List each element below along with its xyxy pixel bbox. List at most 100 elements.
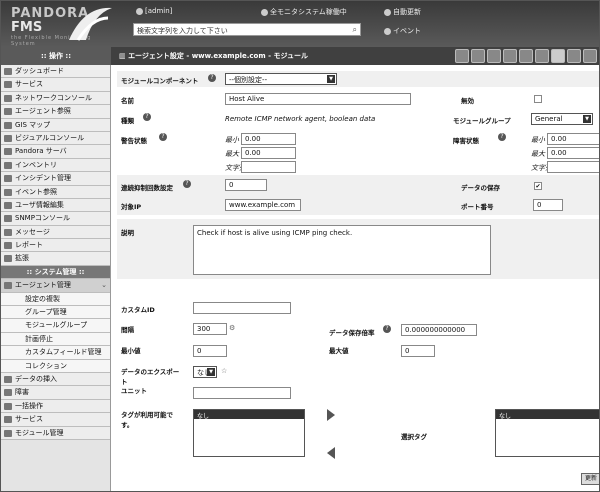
tags-available-head[interactable]: なし bbox=[194, 410, 304, 420]
min-value-input[interactable]: 0 bbox=[193, 345, 227, 357]
tool-e-icon[interactable] bbox=[519, 49, 533, 63]
sidebar-item[interactable]: サービス bbox=[1, 78, 110, 92]
port-input[interactable]: 0 bbox=[533, 199, 563, 211]
sidebar-item[interactable]: ユーザ情報編集 bbox=[1, 198, 110, 213]
update-button[interactable]: 更新 bbox=[581, 473, 599, 485]
critical-min-label: 最小 bbox=[531, 136, 545, 144]
warning-min-input[interactable]: 0.00 bbox=[241, 133, 296, 145]
sidebar-item[interactable]: 拡張 bbox=[1, 252, 110, 266]
sidebar-item-label: サービス bbox=[15, 80, 43, 89]
tags-available-list[interactable]: なし bbox=[193, 409, 305, 457]
sidebar-item-icon bbox=[4, 242, 12, 250]
tool-g-icon[interactable] bbox=[551, 49, 565, 63]
name-input[interactable]: Host Alive bbox=[225, 93, 411, 105]
component-help-icon[interactable]: ? bbox=[208, 74, 216, 82]
sidebar-item[interactable]: 計画停止 bbox=[1, 332, 110, 347]
post-process-help-icon[interactable]: ? bbox=[383, 325, 391, 333]
sidebar-item[interactable]: メッセージ bbox=[1, 225, 110, 240]
sidebar-item[interactable]: エージェント参照 bbox=[1, 105, 110, 119]
warning-max-input[interactable]: 0.00 bbox=[241, 147, 296, 159]
description-textarea[interactable]: Check if host is alive using ICMP ping c… bbox=[193, 225, 491, 275]
sidebar-item[interactable]: インシデント管理 bbox=[1, 172, 110, 186]
sidebar-item-icon bbox=[4, 188, 12, 196]
auto-refresh-link[interactable]: 自動更新 bbox=[384, 7, 421, 17]
pandora-logo[interactable]: PANDORA FMS the Flexible Monitoring Syst… bbox=[9, 4, 114, 47]
max-value-input[interactable]: 0 bbox=[401, 345, 435, 357]
critical-str-input[interactable] bbox=[547, 161, 599, 173]
critical-min-input[interactable]: 0.00 bbox=[547, 133, 599, 145]
breadcrumb-icon: ▥ bbox=[119, 52, 129, 60]
disabled-checkbox[interactable] bbox=[534, 95, 542, 103]
ff-input[interactable]: 0 bbox=[225, 179, 267, 191]
add-tag-arrow-icon[interactable] bbox=[327, 409, 335, 421]
system-status[interactable]: 全モニタシステム稼働中 bbox=[261, 7, 347, 17]
sidebar-item[interactable]: 設定の複製 bbox=[1, 292, 110, 307]
sidebar-item-label: カスタムフィールド管理 bbox=[25, 348, 102, 357]
component-select[interactable]: --個別設定-- ▼ bbox=[225, 73, 337, 85]
sidebar-item[interactable]: グループ管理 bbox=[1, 306, 110, 320]
sidebar-item[interactable]: SNMPコンソール bbox=[1, 212, 110, 226]
tool-h-icon[interactable] bbox=[567, 49, 581, 63]
sidebar-item[interactable]: GIS マップ bbox=[1, 118, 110, 132]
chevron-down-icon: ▼ bbox=[327, 75, 335, 83]
tool-f-icon[interactable] bbox=[535, 49, 549, 63]
toolbar-icons bbox=[455, 49, 597, 63]
sidebar-item[interactable]: ダッシュボード bbox=[1, 65, 110, 79]
sidebar-item[interactable]: 一括操作 bbox=[1, 399, 110, 414]
export-select[interactable]: なし ▼ bbox=[193, 366, 217, 378]
window: PANDORA FMS the Flexible Monitoring Syst… bbox=[0, 0, 600, 492]
sidebar-item[interactable]: ネットワークコンソール bbox=[1, 91, 110, 106]
sidebar-item[interactable]: Pandora サーバ bbox=[1, 145, 110, 159]
user-link[interactable]: [admin] bbox=[136, 7, 172, 15]
target-ip-input[interactable]: www.example.com bbox=[225, 199, 301, 211]
sidebar-item-icon bbox=[4, 121, 12, 129]
sidebar-item[interactable]: インベントリ bbox=[1, 158, 110, 173]
sidebar-item[interactable]: カスタムフィールド管理 bbox=[1, 346, 110, 360]
tool-d-icon[interactable] bbox=[503, 49, 517, 63]
sidebar-item-icon bbox=[4, 161, 12, 169]
search-input[interactable]: 検索文字列を入力して下さい ⌕ bbox=[133, 23, 361, 36]
critical-max-input[interactable]: 0.00 bbox=[547, 147, 599, 159]
events-link[interactable]: イベント bbox=[384, 26, 421, 36]
tool-b-icon[interactable] bbox=[471, 49, 485, 63]
sidebar-item[interactable]: モジュール管理 bbox=[1, 426, 110, 440]
tool-i-icon[interactable] bbox=[583, 49, 597, 63]
target-ip-label: 対象IP bbox=[121, 203, 142, 211]
sidebar-item-label: インシデント管理 bbox=[15, 174, 71, 183]
sidebar-item[interactable]: イベント参照 bbox=[1, 185, 110, 199]
critical-help-icon[interactable]: ? bbox=[498, 133, 506, 141]
warning-max-label: 最大 bbox=[225, 150, 239, 158]
interval-input[interactable]: 300 bbox=[193, 323, 227, 335]
tool-c-icon[interactable] bbox=[487, 49, 501, 63]
sidebar-item-icon bbox=[4, 389, 12, 397]
sidebar-item[interactable]: 障害 bbox=[1, 386, 110, 400]
interval-unit-icon[interactable]: ⚙ bbox=[229, 324, 235, 332]
sidebar-item[interactable]: エージェント管理 ⌄ bbox=[1, 279, 110, 293]
sidebar-item[interactable]: コレクション bbox=[1, 359, 110, 373]
user-icon bbox=[136, 7, 143, 15]
sidebar-item[interactable]: レポート bbox=[1, 239, 110, 253]
module-form: モジュールコンポーネント ? --個別設定-- ▼ 名前 Host Alive 無… bbox=[117, 71, 599, 491]
sidebar-item[interactable]: サービス bbox=[1, 413, 110, 427]
sidebar-item-label: Pandora サーバ bbox=[15, 147, 67, 156]
post-process-input[interactable]: 0.000000000000 bbox=[401, 324, 477, 336]
type-help-icon[interactable]: ? bbox=[143, 113, 151, 121]
tags-selected-head[interactable]: なし bbox=[496, 410, 599, 420]
sidebar-item-icon bbox=[4, 375, 12, 383]
tags-selected-list[interactable]: なし bbox=[495, 409, 599, 457]
remove-tag-arrow-icon[interactable] bbox=[327, 447, 335, 459]
ff-help-icon[interactable]: ? bbox=[183, 180, 191, 188]
sidebar-item[interactable]: データの挿入 bbox=[1, 372, 110, 387]
warning-help-icon[interactable]: ? bbox=[159, 133, 167, 141]
tool-a-icon[interactable] bbox=[455, 49, 469, 63]
unit-input[interactable] bbox=[193, 387, 291, 399]
historical-checkbox[interactable]: ✔ bbox=[534, 182, 542, 190]
custom-id-input[interactable] bbox=[193, 302, 291, 314]
sidebar-item[interactable]: ビジュアルコンソール bbox=[1, 131, 110, 146]
warning-str-input[interactable] bbox=[241, 161, 296, 173]
sidebar-item[interactable]: モジュールグループ bbox=[1, 319, 110, 333]
sidebar-item-icon bbox=[4, 108, 12, 116]
module-group-select[interactable]: General ▼ bbox=[531, 113, 593, 125]
search-icon[interactable]: ⌕ bbox=[353, 25, 357, 35]
export-info-icon[interactable]: ☆ bbox=[221, 367, 227, 375]
